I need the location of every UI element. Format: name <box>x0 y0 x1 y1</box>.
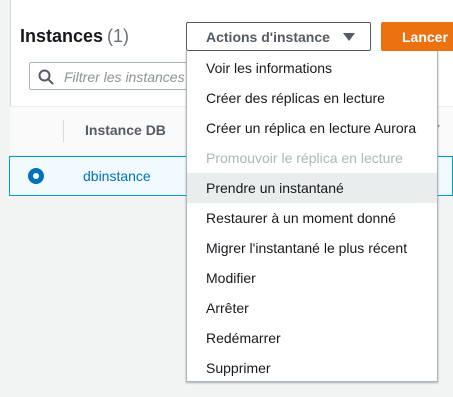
menu-item-reboot[interactable]: Redémarrer <box>187 323 437 353</box>
page-title: Instances (1) <box>20 26 129 47</box>
instance-actions-menu: Voir les informations Créer des réplicas… <box>186 51 438 382</box>
launch-label: Lancer <box>402 28 448 45</box>
menu-item-create-read-replica[interactable]: Créer des réplicas en lecture <box>187 83 437 113</box>
menu-item-stop[interactable]: Arrêter <box>187 293 437 323</box>
menu-item-create-aurora-read-replica[interactable]: Créer un réplica en lecture Aurora <box>187 113 437 143</box>
menu-item-restore-point-in-time[interactable]: Restaurer à un moment donné <box>187 203 437 233</box>
menu-item-migrate-latest-snapshot[interactable]: Migrer l'instantané le plus récent <box>187 233 437 263</box>
menu-item-delete[interactable]: Supprimer <box>187 353 437 383</box>
db-instance-link[interactable]: dbinstance <box>83 168 151 184</box>
instance-actions-button[interactable]: Actions d'instance <box>186 22 371 51</box>
title-text: Instances <box>20 26 104 46</box>
instance-count: (1) <box>107 26 130 46</box>
search-icon <box>38 69 54 85</box>
caret-down-icon <box>343 33 355 41</box>
launch-instance-button[interactable]: Lancer <box>381 22 453 51</box>
instance-actions-label: Actions d'instance <box>206 28 330 45</box>
row-select-radio[interactable] <box>28 168 44 184</box>
menu-item-promote-read-replica: Promouvoir le réplica en lecture <box>206 150 403 166</box>
column-header-instance-db[interactable]: Instance DB <box>85 122 166 138</box>
filter-instances-input[interactable]: Filtrer les instances <box>29 62 189 90</box>
column-divider <box>63 120 64 142</box>
menu-item-take-snapshot[interactable]: Prendre un instantané <box>187 173 437 203</box>
filter-placeholder: Filtrer les instances <box>64 69 185 85</box>
menu-item-view-details[interactable]: Voir les informations <box>187 53 437 83</box>
menu-item-modify[interactable]: Modifier <box>187 263 437 293</box>
